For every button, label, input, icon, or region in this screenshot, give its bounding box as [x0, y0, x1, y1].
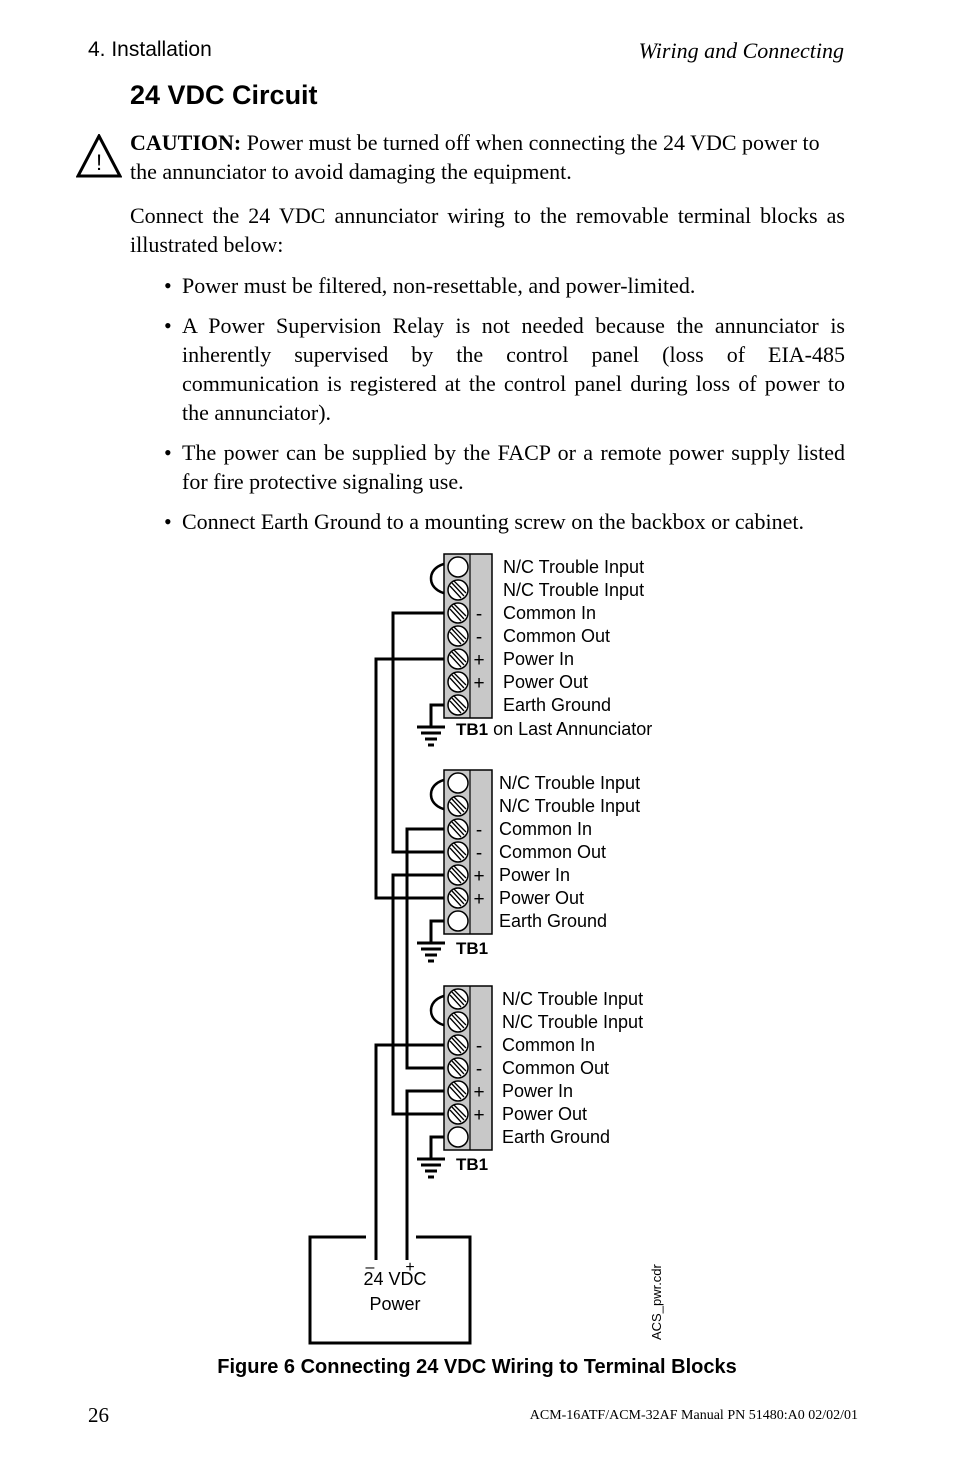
- psu-label: 24 VDC: [363, 1269, 426, 1289]
- terminal-label: Earth Ground: [499, 911, 607, 931]
- file-reference: ACS_pwr.cdr: [649, 1263, 664, 1340]
- terminal-label: N/C Trouble Input: [499, 796, 640, 816]
- polarity-label: -: [476, 843, 482, 864]
- polarity-label: -: [476, 820, 482, 841]
- terminal-label: Common In: [503, 603, 596, 623]
- polarity-label: +: [473, 673, 484, 694]
- psu-label: Power: [369, 1294, 420, 1314]
- terminal-label: Common Out: [503, 626, 610, 646]
- terminal-label: N/C Trouble Input: [502, 1012, 643, 1032]
- svg-text:!: !: [96, 150, 102, 175]
- caution-label: CAUTION:: [130, 130, 242, 155]
- terminal-label: Power In: [499, 865, 570, 885]
- document-reference: ACM-16ATF/ACM-32AF Manual PN 51480:A0 02…: [529, 1408, 858, 1423]
- polarity-label: +: [473, 1105, 484, 1126]
- caution-notice: CAUTION: Power must be turned off when c…: [130, 128, 845, 186]
- block-label: TB1 on Last Annunciator: [456, 719, 652, 739]
- requirements-list: • Power must be filtered, non-resettable,…: [160, 271, 845, 547]
- polarity-label: -: [476, 1036, 482, 1057]
- list-item: • Connect Earth Ground to a mounting scre…: [164, 509, 804, 534]
- terminal-open-icon: [447, 556, 469, 578]
- polarity-label: +: [473, 1082, 484, 1103]
- polarity-label: -: [476, 604, 482, 625]
- terminal-label: N/C Trouble Input: [499, 773, 640, 793]
- terminal-label: Common Out: [502, 1058, 609, 1078]
- terminal-open-icon: [447, 910, 469, 932]
- block-label: TB1: [456, 939, 488, 958]
- warning-triangle-icon: !: [76, 134, 122, 178]
- polarity-label: -: [476, 627, 482, 648]
- intro-paragraph: Connect the 24 VDC annunciator wiring to…: [130, 203, 845, 257]
- list-item: • Power must be filtered, non-resettable,…: [164, 273, 696, 298]
- terminal-label: Power In: [503, 649, 574, 669]
- terminal-label: N/C Trouble Input: [503, 557, 644, 577]
- terminal-label: Power Out: [502, 1104, 587, 1124]
- terminal-label: Power Out: [499, 888, 584, 908]
- block-label: TB1: [456, 1155, 488, 1174]
- polarity-label: +: [473, 889, 484, 910]
- figure-caption: Figure 6 Connecting 24 VDC Wiring to Ter…: [217, 1356, 737, 1378]
- terminal-label: Common In: [502, 1035, 595, 1055]
- polarity-label: +: [473, 866, 484, 887]
- chapter-header: Wiring and Connecting: [638, 38, 844, 63]
- polarity-label: -: [476, 1059, 482, 1080]
- power-supply-box: [308, 1235, 472, 1345]
- terminal-label: Common Out: [499, 842, 606, 862]
- wiring-diagram: N/C Trouble InputN/C Trouble Input- Commo…: [308, 553, 664, 1345]
- terminal-label: N/C Trouble Input: [502, 989, 643, 1009]
- list-item: • The power can be supplied by the FACP o…: [164, 440, 845, 494]
- page-title: 24 VDC Circuit: [130, 80, 318, 110]
- section-header: 4. Installation: [88, 38, 212, 61]
- terminal-label: Earth Ground: [503, 695, 611, 715]
- terminal-label: Earth Ground: [502, 1127, 610, 1147]
- terminal-label: N/C Trouble Input: [503, 580, 644, 600]
- terminal-label: Power In: [502, 1081, 573, 1101]
- list-item: • A Power Supervision Relay is not needed…: [164, 313, 845, 425]
- terminal-open-icon: [447, 772, 469, 794]
- polarity-label: +: [473, 650, 484, 671]
- terminal-label: Common In: [499, 819, 592, 839]
- terminal-label: Power Out: [503, 672, 588, 692]
- page-number: 26: [88, 1403, 109, 1427]
- terminal-open-icon: [447, 1126, 469, 1148]
